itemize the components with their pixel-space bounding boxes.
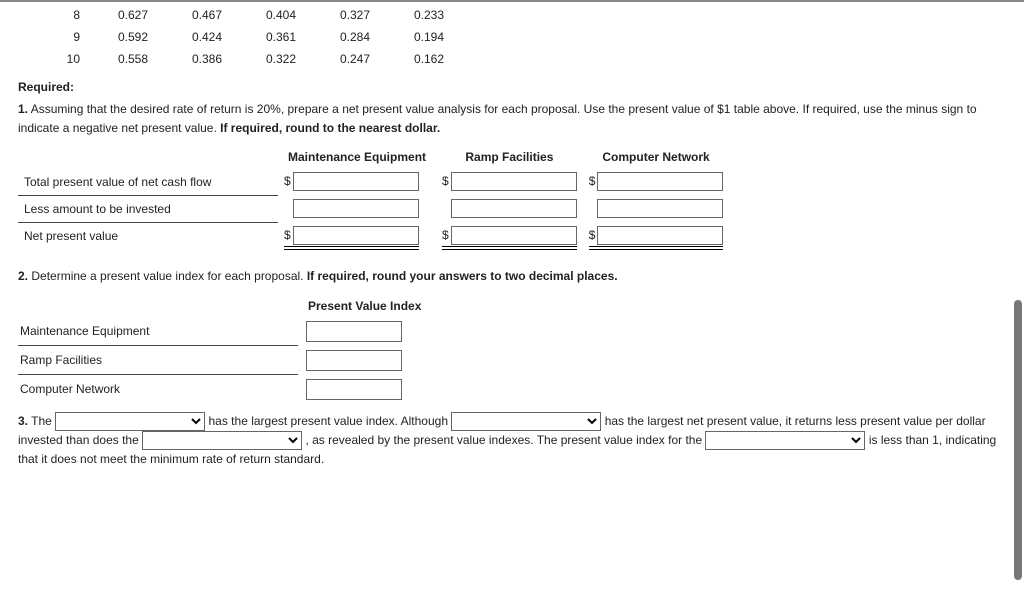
pvi-input-maintenance[interactable] bbox=[306, 321, 402, 342]
npv-input-net-ramp[interactable] bbox=[451, 226, 577, 245]
npv-table: Maintenance Equipment Ramp Facilities Co… bbox=[18, 146, 729, 249]
pvi-table: Present Value Index Maintenance Equipmen… bbox=[18, 295, 431, 404]
question-2-text: 2. Determine a present value index for e… bbox=[18, 267, 1006, 286]
q3-frag: has the largest present value index. Alt… bbox=[209, 414, 452, 428]
q2-body: Determine a present value index for each… bbox=[28, 269, 307, 283]
pv-cell: 0.386 bbox=[170, 48, 244, 70]
npv-header-row: Maintenance Equipment Ramp Facilities Co… bbox=[18, 146, 729, 168]
required-heading: Required: bbox=[18, 80, 1006, 94]
npv-col-header-ramp: Ramp Facilities bbox=[436, 146, 583, 168]
npv-row-net: Net present value $ $ $ bbox=[18, 222, 729, 249]
pvi-input-ramp[interactable] bbox=[306, 350, 402, 371]
q1-body: Assuming that the desired rate of return… bbox=[18, 102, 977, 135]
pv-cell: 0.558 bbox=[96, 48, 170, 70]
q3-number: 3. bbox=[18, 414, 28, 428]
q3-select-1[interactable] bbox=[55, 412, 205, 431]
npv-row-total-pv: Total present value of net cash flow $ $… bbox=[18, 168, 729, 195]
question-3-text: 3. The has the largest present value ind… bbox=[18, 412, 1006, 470]
q3-select-3[interactable] bbox=[142, 431, 302, 450]
pv-n: 10 bbox=[18, 48, 96, 70]
npv-input-less-ramp[interactable] bbox=[451, 199, 577, 218]
npv-input-less-computer[interactable] bbox=[597, 199, 723, 218]
npv-input-total-computer[interactable] bbox=[597, 172, 723, 191]
npv-input-net-computer[interactable] bbox=[597, 226, 723, 245]
table-row: 10 0.558 0.386 0.322 0.247 0.162 bbox=[18, 48, 466, 70]
vertical-scrollbar[interactable] bbox=[1014, 6, 1022, 592]
npv-col-header-maintenance: Maintenance Equipment bbox=[278, 146, 436, 168]
q2-bold: If required, round your answers to two d… bbox=[307, 269, 618, 283]
pv-cell: 0.467 bbox=[170, 4, 244, 26]
pvi-row-label: Maintenance Equipment bbox=[18, 317, 298, 346]
npv-row-label: Total present value of net cash flow bbox=[18, 168, 278, 195]
pv-cell: 0.361 bbox=[244, 26, 318, 48]
pv-cell: 0.194 bbox=[392, 26, 466, 48]
npv-row-label: Less amount to be invested bbox=[18, 195, 278, 222]
dollar-sign: $ bbox=[589, 174, 596, 188]
npv-row-label: Net present value bbox=[18, 222, 278, 249]
pv-cell: 0.322 bbox=[244, 48, 318, 70]
pv-cell: 0.162 bbox=[392, 48, 466, 70]
dollar-sign: $ bbox=[442, 174, 449, 188]
pvi-row: Ramp Facilities bbox=[18, 346, 431, 375]
pv-cell: 0.592 bbox=[96, 26, 170, 48]
pv-cell: 0.424 bbox=[170, 26, 244, 48]
npv-col-header-computer: Computer Network bbox=[583, 146, 730, 168]
dollar-sign: $ bbox=[284, 174, 291, 188]
table-row: 8 0.627 0.467 0.404 0.327 0.233 bbox=[18, 4, 466, 26]
pv-n: 8 bbox=[18, 4, 96, 26]
pv-cell: 0.284 bbox=[318, 26, 392, 48]
q3-frag: The bbox=[28, 414, 55, 428]
dollar-sign: $ bbox=[442, 228, 449, 242]
pvi-col-header: Present Value Index bbox=[298, 295, 431, 317]
pv-cell: 0.233 bbox=[392, 4, 466, 26]
content-frame: 8 0.627 0.467 0.404 0.327 0.233 9 0.592 … bbox=[0, 0, 1024, 596]
npv-input-total-ramp[interactable] bbox=[451, 172, 577, 191]
dollar-sign: $ bbox=[589, 228, 596, 242]
pv-n: 9 bbox=[18, 26, 96, 48]
q1-number: 1. bbox=[18, 102, 28, 116]
pvi-row-label: Computer Network bbox=[18, 375, 298, 404]
npv-input-total-maintenance[interactable] bbox=[293, 172, 419, 191]
dollar-sign: $ bbox=[284, 228, 291, 242]
table-row: 9 0.592 0.424 0.361 0.284 0.194 bbox=[18, 26, 466, 48]
npv-input-net-maintenance[interactable] bbox=[293, 226, 419, 245]
pv-cell: 0.327 bbox=[318, 4, 392, 26]
pv-cell: 0.247 bbox=[318, 48, 392, 70]
q3-select-4[interactable] bbox=[705, 431, 865, 450]
q3-select-2[interactable] bbox=[451, 412, 601, 431]
q3-frag: , as revealed by the present value index… bbox=[305, 433, 705, 447]
pvi-row-label: Ramp Facilities bbox=[18, 346, 298, 375]
npv-analysis-area: Maintenance Equipment Ramp Facilities Co… bbox=[18, 146, 1006, 249]
pvi-row: Computer Network bbox=[18, 375, 431, 404]
pv-cell: 0.627 bbox=[96, 4, 170, 26]
npv-row-less-invested: Less amount to be invested $ $ $ bbox=[18, 195, 729, 222]
question-1-text: 1. Assuming that the desired rate of ret… bbox=[18, 100, 1006, 138]
q2-number: 2. bbox=[18, 269, 28, 283]
pvi-input-computer[interactable] bbox=[306, 379, 402, 400]
npv-input-less-maintenance[interactable] bbox=[293, 199, 419, 218]
q1-bold: If required, round to the nearest dollar… bbox=[220, 121, 440, 135]
pv-cell: 0.404 bbox=[244, 4, 318, 26]
pvi-header-row: Present Value Index bbox=[18, 295, 431, 317]
scrollbar-thumb[interactable] bbox=[1014, 300, 1022, 580]
pv-of-one-dollar-table: 8 0.627 0.467 0.404 0.327 0.233 9 0.592 … bbox=[18, 4, 466, 70]
pvi-row: Maintenance Equipment bbox=[18, 317, 431, 346]
